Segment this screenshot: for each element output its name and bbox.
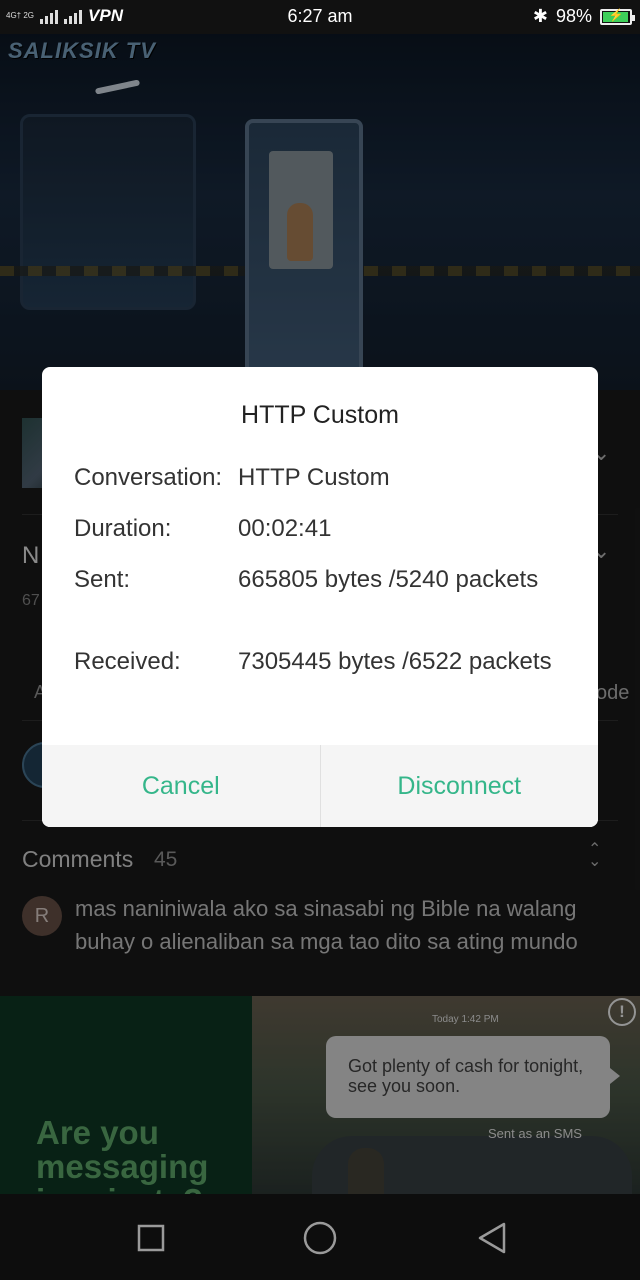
cancel-button[interactable]: Cancel xyxy=(42,745,320,827)
navigation-bar xyxy=(0,1194,640,1280)
duration-value: 00:02:41 xyxy=(238,515,332,542)
recents-square-icon[interactable] xyxy=(133,1220,169,1256)
sent-value: 665805 bytes /5240 packets xyxy=(238,566,539,593)
sent-label: Sent: xyxy=(74,566,131,593)
battery-percent: 98% xyxy=(555,6,592,26)
connection-dialog: HTTP Custom Conversation: HTTP Custom Du… xyxy=(42,367,598,827)
home-circle-icon[interactable] xyxy=(302,1220,338,1256)
conversation-value: HTTP Custom xyxy=(238,464,390,491)
status-bar: 4G† 2G VPN 6:27 am ✱ 98% ⚡ xyxy=(0,0,640,34)
dialog-title: HTTP Custom xyxy=(241,401,399,429)
disconnect-button[interactable]: Disconnect xyxy=(321,745,599,827)
back-triangle-icon[interactable] xyxy=(474,1220,510,1256)
status-right: ✱ 98% ⚡ xyxy=(532,6,635,27)
received-value: 7305445 bytes /6522 packets xyxy=(238,648,552,675)
received-label: Received: xyxy=(74,648,181,675)
conversation-label: Conversation: xyxy=(74,464,223,491)
charging-icon: ⚡ xyxy=(608,7,624,22)
dialog-buttons: Cancel Disconnect xyxy=(42,745,598,827)
bluetooth-icon: ✱ xyxy=(532,6,548,26)
battery-icon: ⚡ xyxy=(600,7,635,25)
duration-label: Duration: xyxy=(74,515,172,542)
